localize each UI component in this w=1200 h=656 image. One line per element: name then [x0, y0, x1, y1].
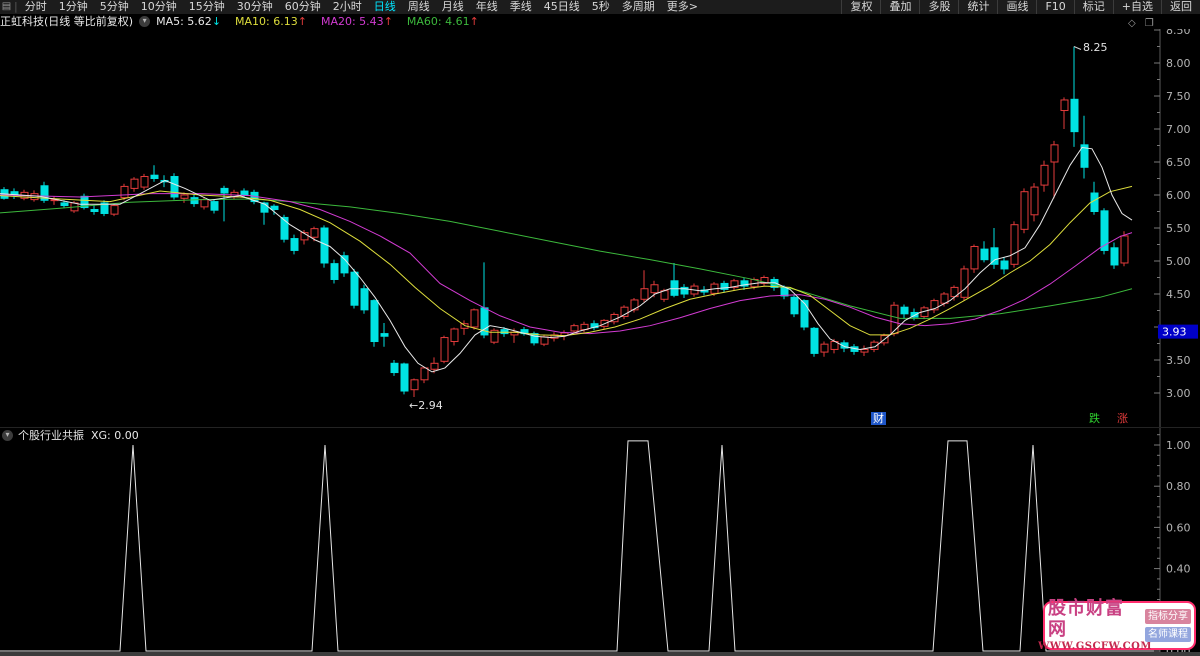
watermark: 股市财富网 WWW.GSCFW.COM 指标分享 名师课程	[1038, 598, 1196, 653]
menu-item-30分钟[interactable]: 30分钟	[231, 0, 279, 14]
svg-text:3.00: 3.00	[1166, 387, 1191, 400]
up-arrow-icon: ↑	[469, 15, 479, 28]
watermark-badges: 指标分享 名师课程	[1145, 609, 1191, 642]
menu-item-5分钟[interactable]: 5分钟	[94, 0, 135, 14]
menu-item-季线[interactable]: 季线	[504, 0, 538, 14]
menu-item-15分钟[interactable]: 15分钟	[183, 0, 231, 14]
app-window-icon[interactable]: ▤	[0, 0, 13, 14]
svg-text:0.40: 0.40	[1166, 563, 1191, 576]
watermark-badge-2: 名师课程	[1145, 627, 1191, 642]
toolbar-button-多股[interactable]: 多股	[919, 0, 958, 14]
toolbar-button-+自选[interactable]: +自选	[1112, 0, 1161, 14]
menu-item-2小时[interactable]: 2小时	[327, 0, 368, 14]
diamond-icon[interactable]: ◇	[1128, 18, 1136, 29]
svg-text:7.50: 7.50	[1166, 90, 1191, 103]
watermark-badge-1: 指标分享	[1145, 609, 1191, 624]
toolbar-button-F10[interactable]: F10	[1036, 0, 1073, 14]
menu-item-10分钟[interactable]: 10分钟	[135, 0, 183, 14]
menu-item-分时[interactable]: 分时	[19, 0, 53, 14]
svg-text:0.80: 0.80	[1166, 480, 1191, 493]
menu-item-60分钟[interactable]: 60分钟	[279, 0, 327, 14]
symbol-title: 正虹科技(日线 等比前复权)	[0, 15, 134, 28]
menu-item-年线[interactable]: 年线	[470, 0, 504, 14]
menu-item-月线[interactable]: 月线	[436, 0, 470, 14]
svg-text:1.00: 1.00	[1166, 439, 1191, 452]
indicator-label-row: ▾ 个股行业共振 XG: 0.00	[2, 428, 139, 443]
svg-text:8.00: 8.00	[1166, 57, 1191, 70]
toolbar-button-统计[interactable]: 统计	[958, 0, 997, 14]
indicator-value: XG: 0.00	[91, 429, 139, 442]
menu-item-周线[interactable]: 周线	[402, 0, 436, 14]
indicator-chart-canvas[interactable]: 1.000.800.600.400.200.00	[0, 428, 1200, 656]
svg-text:4.50: 4.50	[1166, 288, 1191, 301]
svg-text:7.00: 7.00	[1166, 123, 1191, 136]
high-price-annotation: 8.25	[1083, 41, 1108, 54]
up-arrow-icon: ↑	[297, 15, 307, 28]
toolbar-menu: 分时 1分钟 5分钟 10分钟 15分钟 30分钟 60分钟 2小时 日线 周线 月线 年线 季线 45日…	[19, 0, 704, 14]
menu-item-45日线[interactable]: 45日线	[538, 0, 586, 14]
svg-text:6.00: 6.00	[1166, 189, 1191, 202]
chart-mini-toolbar: ◇ ❐	[1128, 18, 1154, 29]
toolbar-button-叠加[interactable]: 叠加	[880, 0, 919, 14]
frame-icon[interactable]: ❐	[1145, 18, 1154, 29]
svg-text:3.93: 3.93	[1162, 326, 1187, 339]
chevron-down-icon[interactable]: ▾	[139, 16, 151, 27]
menu-item-多周期[interactable]: 多周期	[616, 0, 661, 14]
up-arrow-icon: ↑	[383, 15, 393, 28]
svg-text:0.60: 0.60	[1166, 521, 1191, 534]
bottom-border	[0, 652, 1200, 656]
svg-text:6.50: 6.50	[1166, 156, 1191, 169]
ma-label-MA20: MA20: 5.43↑	[320, 15, 393, 28]
svg-text:5.50: 5.50	[1166, 222, 1191, 235]
ma-legend: MA5: 5.62↓ MA10: 6.13↑ MA20: 5.43↑ MA60: 4.…	[156, 14, 493, 29]
toolbar-right-buttons: 复权 叠加 多股 统计 画线 F10 标记 +自选 返回	[841, 0, 1200, 14]
indicator-chevron-icon[interactable]: ▾	[2, 430, 13, 441]
menu-item-日线[interactable]: 日线	[368, 0, 402, 14]
indicator-name: 个股行业共振	[18, 429, 84, 442]
down-arrow-icon: ↓	[211, 15, 222, 28]
menu-item-更多>[interactable]: 更多>	[661, 0, 704, 14]
low-price-annotation: ←2.94	[409, 399, 443, 412]
toolbar-button-复权[interactable]: 复权	[841, 0, 880, 14]
watermark-title: 股市财富网	[1048, 598, 1124, 640]
watermark-text-block: 股市财富网 WWW.GSCFW.COM	[1038, 598, 1151, 653]
svg-text:8.50: 8.50	[1166, 29, 1191, 37]
toolbar-button-画线[interactable]: 画线	[997, 0, 1036, 14]
menu-item-5秒[interactable]: 5秒	[586, 0, 616, 14]
die-label[interactable]: 跌	[1089, 412, 1100, 425]
top-toolbar: ▤ | 分时 1分钟 5分钟 10分钟 15分钟 30分钟 60分钟 2小时 日线 周线 月线 年线季…	[0, 0, 1200, 14]
watermark-url: WWW.GSCFW.COM	[1038, 641, 1152, 652]
title-bar: 正虹科技(日线 等比前复权) ▾ MA5: 5.62↓ MA10: 6.13↑ MA…	[0, 14, 1200, 29]
menu-item-1分钟[interactable]: 1分钟	[53, 0, 94, 14]
ma-label-MA60: MA60: 4.61↑	[406, 15, 479, 28]
ma-label-MA10: MA10: 6.13↑	[235, 15, 307, 28]
toolbar-button-标记[interactable]: 标记	[1073, 0, 1113, 14]
zhang-label[interactable]: 涨	[1117, 412, 1128, 425]
cai-shortcut-badge[interactable]: 财	[871, 412, 886, 425]
toolbar-button-返回[interactable]: 返回	[1161, 0, 1200, 14]
svg-text:5.00: 5.00	[1166, 255, 1191, 268]
main-chart-canvas[interactable]: 8.50 8.00 7.50 7.00 6.50 6.00 5.50 5.00 4.50 3.50…	[0, 29, 1200, 427]
svg-text:3.50: 3.50	[1166, 354, 1191, 367]
ma-label-MA5: MA5: 5.62↓	[156, 15, 222, 28]
